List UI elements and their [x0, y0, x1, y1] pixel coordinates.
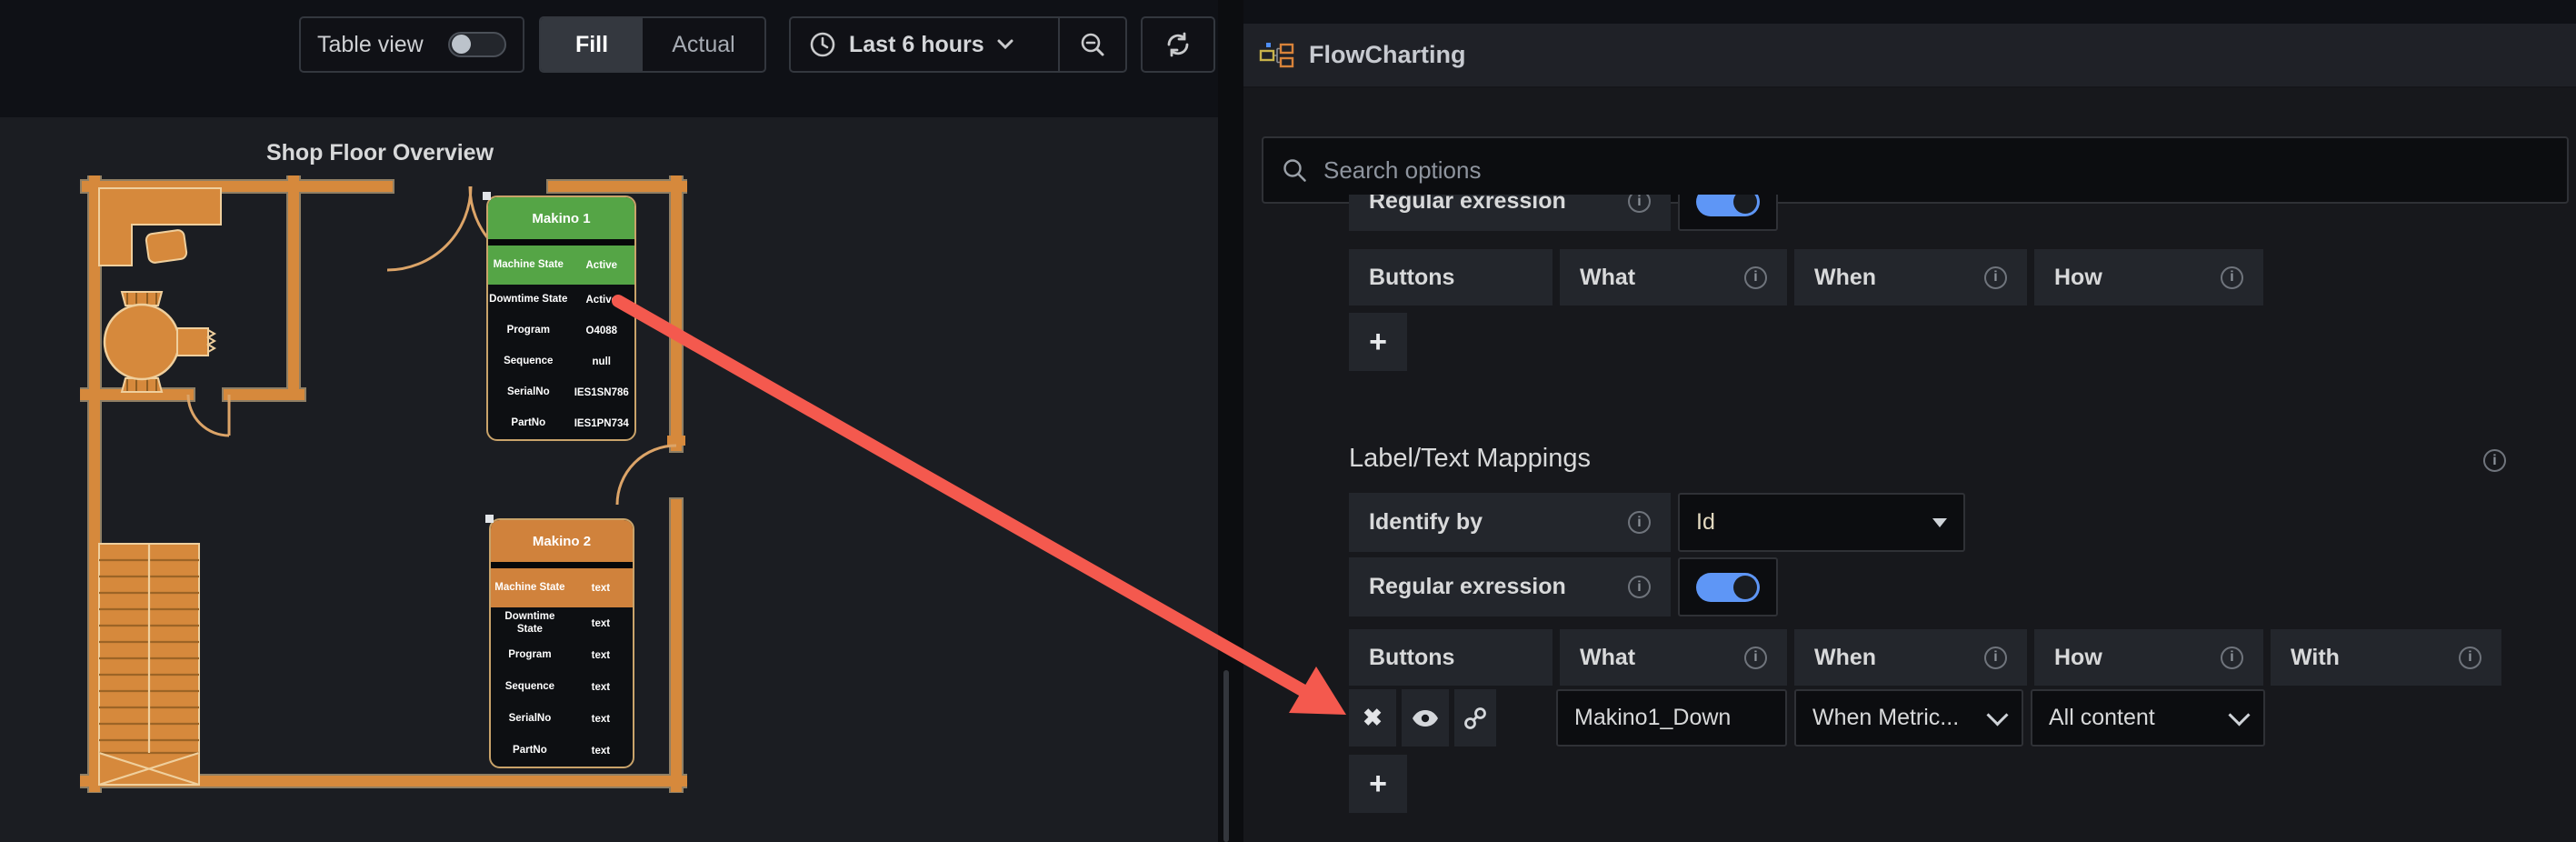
- when-select[interactable]: When Metric...: [1794, 689, 2023, 747]
- clipped-regular-expression-label: Regular exressioni: [1349, 195, 1671, 231]
- section-info-icon[interactable]: i: [2483, 449, 2506, 472]
- actual-button[interactable]: Actual: [643, 18, 764, 71]
- door-arc-east: [617, 446, 676, 505]
- time-picker: Last 6 hours: [789, 16, 1127, 73]
- info-icon[interactable]: i: [1744, 647, 1767, 669]
- regular-expression-toggle-cell: [1678, 557, 1778, 616]
- close-icon: ✖: [1363, 704, 1383, 732]
- refresh-icon: [1163, 30, 1193, 59]
- table1-header-buttons: Buttons: [1349, 249, 1553, 306]
- clipped-toggle-cell: [1678, 195, 1778, 231]
- fill-button[interactable]: Fill: [541, 18, 643, 71]
- search-options-box: [1262, 136, 2569, 204]
- chevron-down-icon: [997, 39, 1013, 50]
- fill-actual-segmented: Fill Actual: [539, 16, 766, 73]
- identify-by-label: Identify byi: [1349, 493, 1671, 552]
- clipped-scroll-row: Regular exressioni: [1349, 195, 1985, 231]
- table-view-label: Table view: [317, 32, 424, 58]
- table2-header-when: Wheni: [1794, 629, 2027, 686]
- door-arc-left: [387, 186, 471, 270]
- caret-down-icon: [1932, 518, 1947, 527]
- machine-row: Downtime State text: [491, 607, 633, 639]
- table1-header-when: Wheni: [1794, 249, 2027, 306]
- what-input-wrap: [1556, 689, 1787, 747]
- identify-by-value: Id: [1696, 509, 1715, 536]
- chair-shape: [145, 229, 187, 264]
- selection-handle: [483, 192, 491, 200]
- machine-state-row: Machine State text: [491, 568, 633, 607]
- how-select[interactable]: All content: [2031, 689, 2265, 747]
- info-icon[interactable]: i: [1628, 195, 1651, 213]
- machine-row: SerialNo IES1SN786: [488, 377, 634, 408]
- info-icon[interactable]: i: [1628, 511, 1651, 534]
- machine-row: Program text: [491, 639, 633, 671]
- identify-by-select[interactable]: Id: [1678, 493, 1965, 552]
- zoom-out-icon: [1079, 31, 1106, 58]
- delete-mapping-button[interactable]: ✖: [1349, 689, 1396, 747]
- machine-row: Downtime State Active: [488, 285, 634, 316]
- selection-handle: [485, 515, 494, 523]
- pane-divider: [1218, 0, 1243, 842]
- flowcharting-icon: [1258, 40, 1294, 71]
- chevron-down-icon: [2228, 704, 2250, 726]
- machine-row: PartNo text: [491, 735, 633, 767]
- info-icon[interactable]: i: [2221, 266, 2243, 289]
- time-range-button[interactable]: Last 6 hours: [791, 18, 1058, 71]
- info-icon[interactable]: i: [1984, 647, 2007, 669]
- toggle-knob: [452, 35, 471, 54]
- info-icon[interactable]: i: [1744, 266, 1767, 289]
- plugin-title: FlowCharting: [1309, 41, 1465, 69]
- zoom-out-time-button[interactable]: [1060, 18, 1125, 71]
- how-select-value: All content: [2049, 705, 2155, 731]
- table-view-control: Table view: [299, 16, 524, 73]
- grafana-edit-screen: Table view Fill Actual Last 6 hours: [0, 0, 2576, 842]
- lathe-shape: [105, 292, 215, 392]
- table2-header-what: Whati: [1560, 629, 1787, 686]
- section-title: Label/Text Mappings: [1349, 444, 1591, 474]
- options-pane-header: FlowCharting: [1243, 24, 2576, 88]
- time-range-label: Last 6 hours: [849, 32, 984, 58]
- clock-icon: [809, 31, 836, 58]
- regular-expression-toggle[interactable]: [1696, 573, 1760, 602]
- panel-title: Shop Floor Overview: [0, 140, 760, 166]
- stairs-shape: [99, 544, 199, 785]
- search-icon: [1282, 157, 1307, 183]
- table-view-toggle[interactable]: [448, 32, 506, 57]
- what-input[interactable]: [1558, 705, 1785, 731]
- when-select-value: When Metric...: [1812, 705, 1959, 731]
- wall-stub: [667, 436, 685, 446]
- table2-header-how: Howi: [2034, 629, 2263, 686]
- search-input[interactable]: [1322, 155, 2549, 185]
- regular-expression-label: Regular exressioni: [1349, 557, 1671, 616]
- machine-row: Program O4088: [488, 316, 634, 346]
- eye-icon: [1412, 709, 1439, 727]
- link-mapping-button[interactable]: [1454, 689, 1496, 747]
- table1-header-how: Howi: [2034, 249, 2263, 306]
- machine-name: Makino 1: [488, 197, 634, 239]
- regex-toggle-clipped[interactable]: [1696, 195, 1760, 216]
- info-icon[interactable]: i: [2221, 647, 2243, 669]
- machine-row: SerialNo text: [491, 703, 633, 735]
- table1-add-button[interactable]: +: [1349, 313, 1407, 371]
- info-icon[interactable]: i: [1984, 266, 2007, 289]
- machine-state-row: Machine State Active: [488, 246, 634, 285]
- info-icon[interactable]: i: [1628, 576, 1651, 598]
- machine-row: PartNo IES1PN734: [488, 408, 634, 439]
- machine-row: Sequence null: [488, 346, 634, 377]
- table2-header-buttons: Buttons: [1349, 629, 1553, 686]
- link-icon: [1463, 707, 1487, 730]
- table2-add-button[interactable]: +: [1349, 755, 1407, 813]
- machine-name: Makino 2: [491, 520, 633, 562]
- info-icon[interactable]: i: [2459, 647, 2481, 669]
- machine-row: Sequence text: [491, 671, 633, 703]
- table2-header-with: Withi: [2271, 629, 2501, 686]
- table1-header-what: Whati: [1560, 249, 1787, 306]
- options-scrollbar[interactable]: [1223, 670, 1229, 842]
- chevron-down-icon: [1986, 704, 2008, 726]
- refresh-button[interactable]: [1141, 16, 1215, 73]
- machine-box-makino1[interactable]: Makino 1 Machine State Active Downtime S…: [486, 195, 636, 441]
- machine-box-makino2[interactable]: Makino 2 Machine State text Downtime Sta…: [489, 518, 634, 768]
- hide-mapping-button[interactable]: [1402, 689, 1449, 747]
